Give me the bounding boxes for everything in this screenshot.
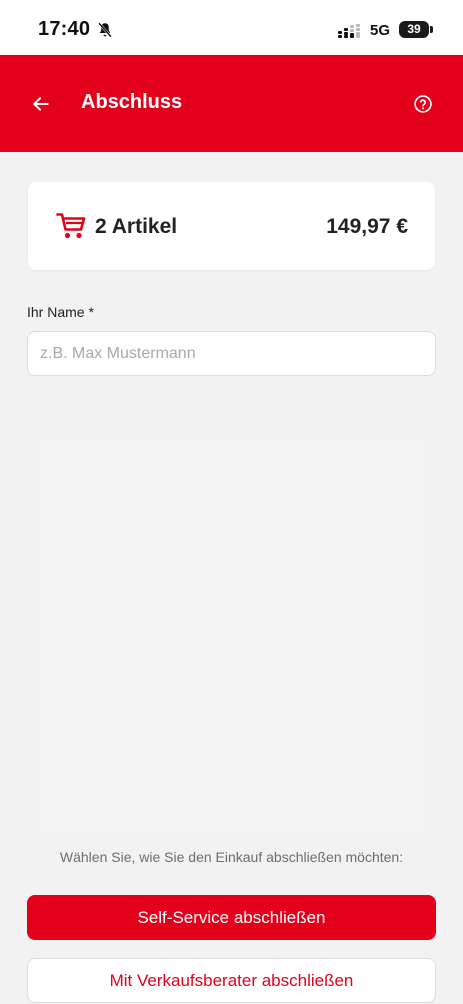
back-button[interactable]	[26, 89, 56, 119]
advisor-checkout-button[interactable]: Mit Verkaufsberater abschließen	[27, 958, 436, 1003]
name-field-label: Ihr Name *	[27, 304, 94, 320]
arrow-left-icon	[33, 97, 49, 111]
status-bar: 17:40 5G 39	[0, 0, 463, 55]
battery-level: 39	[407, 22, 421, 36]
help-circle-icon	[414, 95, 432, 113]
status-time: 17:40	[38, 18, 91, 40]
content-area	[40, 440, 424, 830]
help-button[interactable]	[408, 89, 438, 119]
cart-icon	[56, 213, 86, 239]
signal-icon	[338, 24, 360, 38]
network-label: 5G	[370, 22, 391, 39]
cart-summary-card: 2 Artikel 149,97 €	[28, 182, 435, 270]
battery-tip	[430, 26, 433, 33]
name-input[interactable]	[27, 331, 436, 376]
cart-item-count: 2 Artikel	[95, 215, 178, 238]
bell-off-icon	[98, 22, 112, 38]
battery-icon: 39	[399, 21, 429, 38]
page-title: Abschluss	[81, 91, 183, 113]
cart-total-price: 149,97 €	[326, 215, 408, 238]
checkout-hint: Wählen Sie, wie Sie den Einkauf abschlie…	[59, 849, 404, 865]
app-bar: Abschluss	[0, 55, 463, 152]
self-service-checkout-button[interactable]: Self-Service abschließen	[27, 895, 436, 940]
